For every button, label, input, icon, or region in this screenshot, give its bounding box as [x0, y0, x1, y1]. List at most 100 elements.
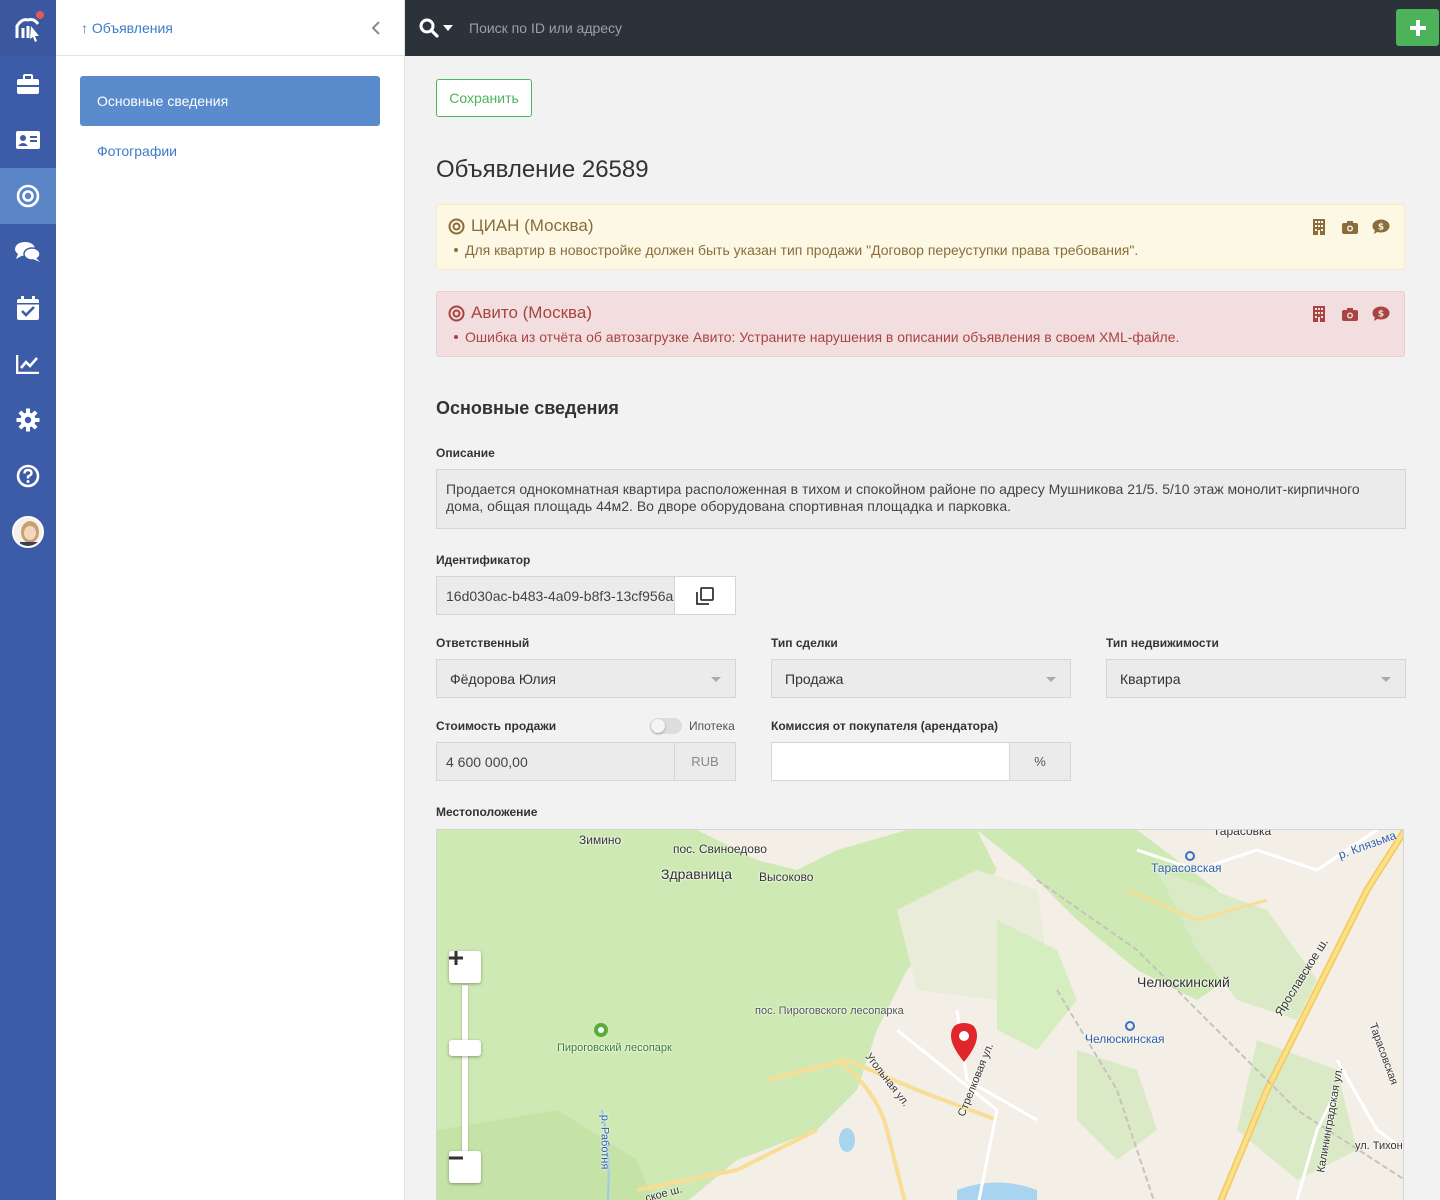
responsible-value: Фёдорова Юлия	[450, 670, 556, 687]
rail-listings[interactable]	[0, 168, 56, 224]
map-label: р. Работня	[598, 1114, 611, 1170]
building-icon[interactable]	[1310, 218, 1328, 236]
rail-contacts[interactable]	[0, 112, 56, 168]
back-to-listings-link[interactable]: ↑ Объявления	[81, 20, 173, 36]
toggle-knob	[651, 719, 665, 733]
rail-settings[interactable]	[0, 392, 56, 448]
contact-card-icon	[16, 131, 40, 149]
map-label: Челюскинский	[1137, 974, 1230, 990]
bullet	[454, 335, 458, 339]
zoom-in-button[interactable]	[449, 951, 481, 983]
zoom-slider-handle[interactable]	[449, 1040, 481, 1056]
search-mode-dropdown[interactable]	[419, 16, 459, 40]
caret-down-icon	[1381, 677, 1391, 682]
bullet	[454, 248, 458, 252]
camera-icon[interactable]	[1341, 218, 1359, 236]
map-tiles	[437, 830, 1403, 1200]
sidebar-item-basic-info[interactable]: Основные сведения	[80, 76, 380, 126]
notification-dot	[36, 11, 44, 19]
alert-message: Для квартир в новостройке должен быть ук…	[465, 242, 1139, 258]
sidebar-header: ↑ Объявления	[56, 0, 404, 56]
rail-profile[interactable]	[0, 504, 56, 560]
location-map[interactable]: Зимино пос. Свиноедово Здравница Высоков…	[436, 829, 1404, 1200]
description-label: Описание	[436, 446, 495, 460]
chart-line-icon	[16, 355, 39, 374]
responsible-label: Ответственный	[436, 636, 530, 650]
percent-addon: %	[1009, 742, 1071, 781]
sidebar-nav: Основные сведения Фотографии	[56, 56, 404, 176]
target-icon	[448, 218, 465, 234]
collapse-sidebar-button[interactable]	[368, 19, 384, 37]
deal-type-select[interactable]: Продажа	[771, 659, 1071, 698]
map-label: Высоково	[759, 870, 814, 884]
zoom-slider-track[interactable]	[462, 985, 468, 1155]
map-label: Здравница	[661, 866, 732, 882]
search-input[interactable]	[469, 14, 969, 42]
chevron-left-icon	[372, 21, 380, 35]
map-label: пос. Пироговского лесопарка	[755, 1005, 904, 1017]
map-label: Пироговский лесопарк	[557, 1042, 672, 1054]
plus-icon	[1409, 19, 1426, 36]
alert-title: ЦИАН (Москва)	[471, 216, 594, 235]
caret-down-icon	[711, 677, 721, 682]
copy-icon	[696, 586, 714, 605]
page-title: Объявление 26589	[436, 156, 649, 183]
avatar	[12, 516, 44, 548]
rail-help[interactable]	[0, 448, 56, 504]
commission-field[interactable]	[771, 742, 1010, 781]
map-label: Челюскинская	[1085, 1032, 1165, 1046]
mortgage-toggle[interactable]	[650, 718, 682, 734]
top-bar	[405, 0, 1440, 56]
alert-title: Авито (Москва)	[471, 303, 593, 322]
currency-addon: RUB	[674, 742, 736, 781]
app-rail	[0, 0, 56, 1200]
alert-actions: $	[1310, 305, 1390, 323]
description-field[interactable]: Продается однокомнатная квартира располо…	[436, 469, 1406, 529]
caret-down-icon	[1046, 677, 1056, 682]
map-label: пос. Свиноедово	[673, 842, 767, 856]
commission-label: Комиссия от покупателя (арендатора)	[771, 719, 999, 733]
add-button[interactable]	[1396, 9, 1439, 46]
target-icon	[16, 184, 40, 208]
app-logo[interactable]	[0, 0, 56, 56]
svg-text:$: $	[1378, 223, 1384, 233]
responsible-select[interactable]: Фёдорова Юлия	[436, 659, 736, 698]
deal-type-value: Продажа	[785, 670, 844, 687]
plus-icon	[449, 951, 463, 965]
property-type-label: Тип недвижимости	[1106, 636, 1219, 650]
deal-type-label: Тип сделки	[771, 636, 838, 650]
target-icon	[448, 305, 465, 321]
price-chat-icon[interactable]: $	[1372, 218, 1390, 236]
rail-analytics[interactable]	[0, 336, 56, 392]
building-icon[interactable]	[1310, 305, 1328, 323]
copy-identifier-button[interactable]	[674, 576, 736, 615]
identifier-label: Идентификатор	[436, 553, 531, 567]
search-icon	[419, 18, 439, 38]
map-label: Зимино	[579, 833, 622, 847]
rail-calendar[interactable]	[0, 280, 56, 336]
chat-icon	[15, 242, 41, 262]
identifier-field[interactable]: 16d030ac-b483-4a09-b8f3-13cf956a1	[436, 576, 675, 615]
price-chat-icon[interactable]: $	[1372, 305, 1390, 323]
avito-error-alert: Авито (Москва) Ошибка из отчёта об автоз…	[436, 291, 1405, 357]
sidebar: ↑ Объявления Основные сведения Фотографи…	[56, 0, 405, 1200]
gear-icon	[16, 408, 40, 432]
property-type-value: Квартира	[1120, 670, 1181, 687]
calendar-check-icon	[17, 296, 39, 320]
camera-icon[interactable]	[1341, 305, 1359, 323]
svg-text:$: $	[1378, 310, 1384, 320]
rail-briefcase[interactable]	[0, 56, 56, 112]
zoom-out-button[interactable]	[449, 1151, 481, 1183]
mortgage-label: Ипотека	[689, 719, 735, 733]
price-label: Стоимость продажи	[436, 719, 557, 733]
caret-down-icon	[443, 25, 453, 31]
rail-chats[interactable]	[0, 224, 56, 280]
briefcase-icon	[17, 74, 39, 94]
help-icon	[16, 464, 40, 488]
property-type-select[interactable]: Квартира	[1106, 659, 1406, 698]
save-button[interactable]: Сохранить	[436, 79, 532, 117]
map-label: Тарасовская	[1151, 861, 1222, 875]
map-label: Тарасовка	[1213, 829, 1272, 838]
sidebar-item-photos[interactable]: Фотографии	[80, 126, 380, 176]
price-field[interactable]: 4 600 000,00	[436, 742, 675, 781]
